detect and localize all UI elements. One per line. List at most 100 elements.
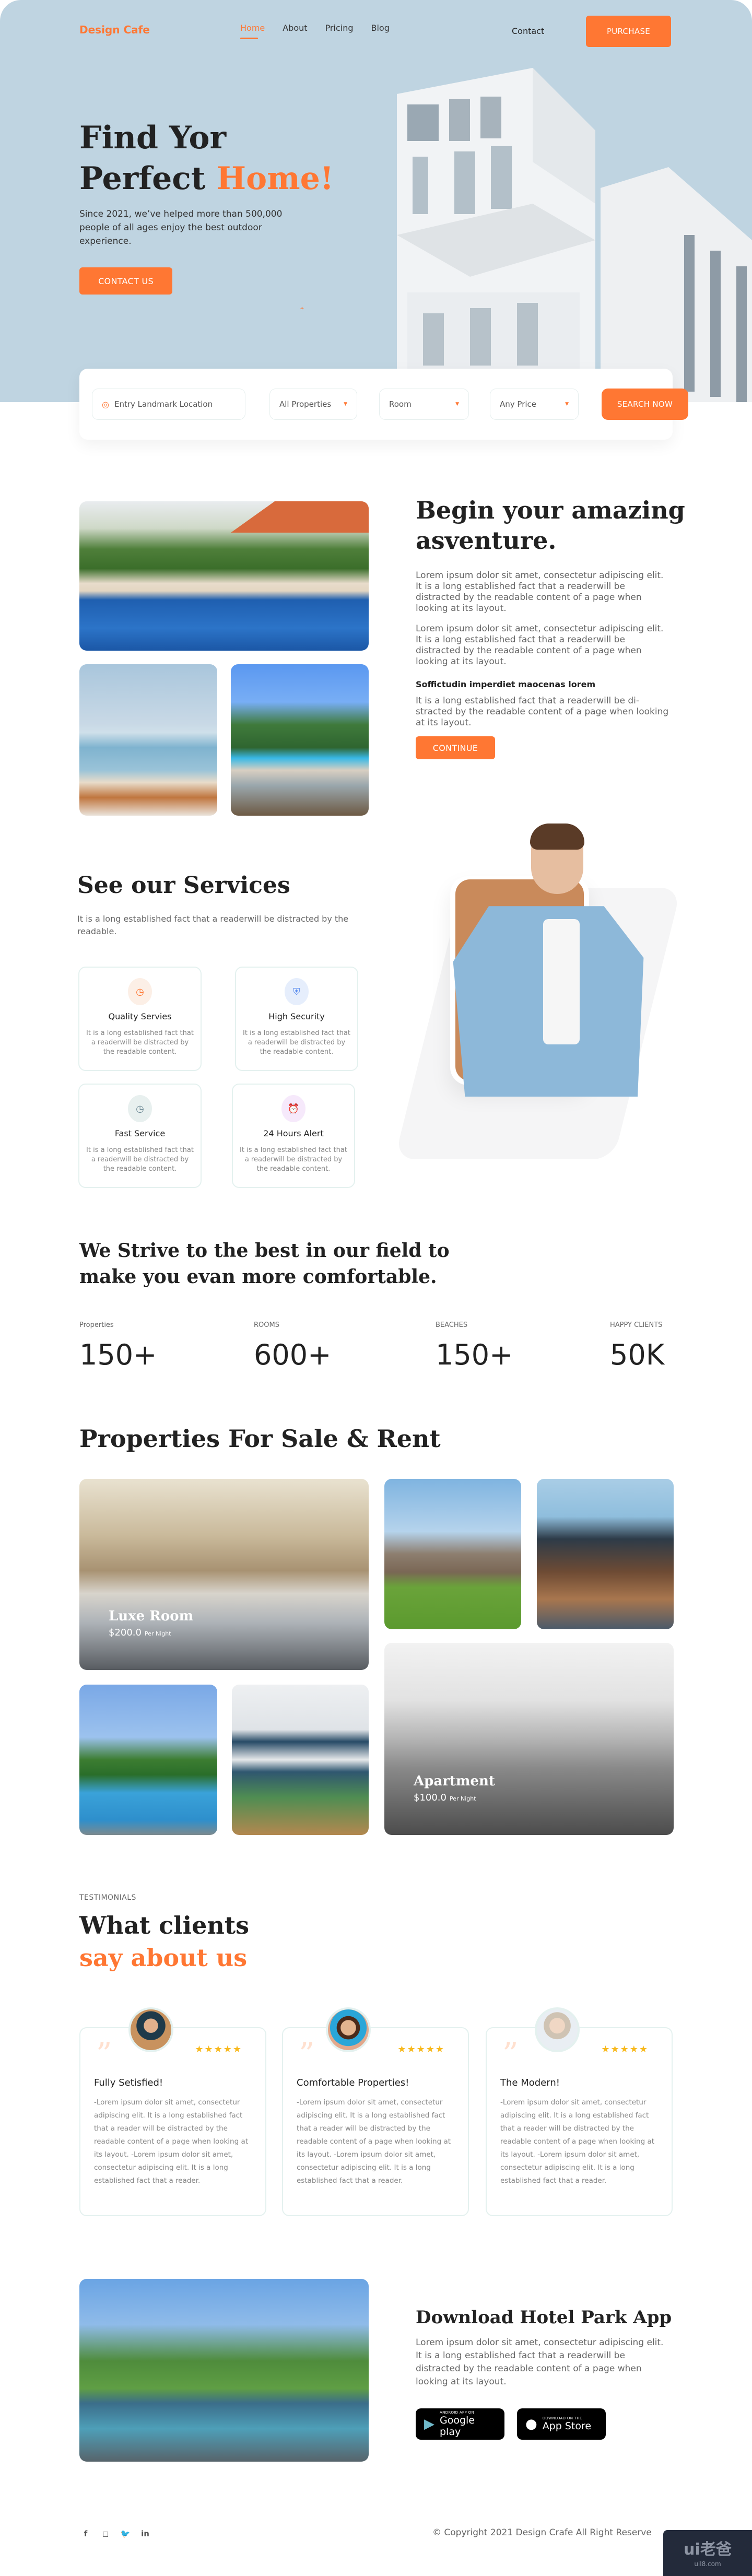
hero-title-highlight: Home! — [216, 160, 334, 197]
clock-icon: ◷ — [128, 1095, 152, 1122]
logo[interactable]: Design Cafe — [79, 23, 150, 36]
price-value: Any Price — [500, 399, 537, 409]
room-value: Room — [389, 399, 412, 409]
social-links: f ◻ 🐦 in — [79, 2527, 151, 2540]
property-card-apartment[interactable]: Apartment $100.0 Per Night — [384, 1643, 674, 1835]
price-unit: Per Night — [449, 1795, 476, 1802]
resort-pool-photo — [79, 2279, 369, 2462]
about-title-line1: Begin your amazing — [416, 496, 685, 524]
caret-down-icon: ▼ — [565, 402, 569, 407]
property-name: Luxe Room — [109, 1608, 194, 1624]
testimonial-text: -Lorem ipsum dolor sit amet, consectetur… — [94, 2098, 249, 2185]
service-card[interactable]: ⛨ High Security It is a long established… — [235, 967, 358, 1071]
service-desc: It is a long established fact that a rea… — [86, 1146, 194, 1173]
property-card-hotel[interactable] — [232, 1685, 369, 1835]
quote-icon: ” — [299, 2036, 315, 2073]
property-type-value: All Properties — [279, 399, 332, 409]
about-title-line2: asventure. — [416, 526, 557, 555]
stat-label: BEACHES — [436, 1321, 468, 1329]
continue-button[interactable]: CONTINUE — [416, 736, 495, 759]
property-type-select[interactable]: All Properties ▼ — [269, 389, 357, 420]
star-rating: ★★★★★ — [195, 2044, 242, 2055]
stat-value: 150+ — [436, 1338, 513, 1371]
property-name: Apartment — [414, 1773, 495, 1789]
nav-home[interactable]: Home — [240, 23, 265, 39]
nav-contact[interactable]: Contact — [512, 26, 544, 36]
hero-title-line1: Find Yor — [79, 120, 227, 156]
hero-title-line2: Perfect — [79, 160, 217, 197]
facebook-icon[interactable]: f — [79, 2527, 92, 2540]
location-pin-icon: ◎ — [102, 399, 109, 409]
stat-beaches: BEACHES 150+ — [436, 1321, 513, 1371]
testimonials-title: What clients say about us — [79, 1909, 249, 1974]
contact-us-button[interactable]: CONTACT US — [79, 267, 172, 295]
service-card[interactable]: ⏰ 24 Hours Alert It is a long establishe… — [232, 1084, 355, 1188]
search-bar: ◎ Entry Landmark Location All Properties… — [79, 369, 688, 440]
nav-pricing[interactable]: Pricing — [325, 23, 354, 33]
property-card-tower[interactable] — [537, 1479, 674, 1629]
garden-pool-photo — [231, 664, 369, 816]
roof-shape — [231, 501, 369, 533]
testimonials-title-line2: say about us — [79, 1944, 248, 1972]
main-nav: Home About Pricing Blog — [240, 23, 390, 39]
property-price: $100.0 Per Night — [414, 1792, 495, 1803]
google-play-label: ANDROID APP ON Google play — [440, 2410, 496, 2438]
room-select[interactable]: Room ▼ — [379, 389, 469, 420]
testimonial-card: ” ★★★★★ Fully Setisfied! -Lorem ipsum do… — [79, 2007, 266, 2216]
stat-label: HAPPY CLIENTS — [610, 1321, 663, 1329]
linkedin-icon[interactable]: in — [139, 2527, 151, 2540]
avatar — [535, 2007, 580, 2052]
price-value: $200.0 — [109, 1627, 142, 1638]
location-input[interactable]: ◎ Entry Landmark Location — [92, 389, 245, 420]
alarm-icon: ⏰ — [281, 1095, 306, 1122]
service-card[interactable]: ◷ Fast Service It is a long established … — [78, 1084, 202, 1188]
nav-blog[interactable]: Blog — [371, 23, 390, 33]
google-play-small: ANDROID APP ON — [440, 2410, 474, 2415]
purchase-button[interactable]: PURCHASE — [586, 16, 671, 47]
search-now-button[interactable]: SEARCH NOW — [602, 389, 688, 420]
nav-about[interactable]: About — [283, 23, 307, 33]
clock-icon: ◷ — [128, 978, 152, 1005]
google-play-icon: ▶ — [424, 2416, 434, 2432]
stat-label: Properties — [79, 1321, 114, 1329]
testimonial-card: ” ★★★★★ Comfortable Properties! -Lorem i… — [282, 2007, 469, 2216]
service-card[interactable]: ◷ Quality Servies It is a long establish… — [78, 967, 202, 1071]
caret-down-icon: ▼ — [455, 402, 459, 407]
property-card-luxe-room[interactable]: Luxe Room $200.0 Per Night — [79, 1479, 369, 1670]
property-card-pool-villa[interactable] — [79, 1685, 217, 1835]
star-rating: ★★★★★ — [397, 2044, 445, 2055]
stat-rooms: ROOMS 600+ — [254, 1321, 331, 1371]
twitter-icon[interactable]: 🐦 — [119, 2527, 132, 2540]
services-subtitle: It is a long established fact that a rea… — [77, 914, 349, 936]
watermark-logo: ui老爸 — [684, 2540, 732, 2559]
service-name: High Security — [268, 1011, 325, 1021]
hero-section: Design Cafe Home About Pricing Blog Cont… — [0, 0, 752, 402]
google-play-big: Google play — [440, 2415, 475, 2438]
stats-headline: We Strive to the best in our field to ma… — [79, 1240, 450, 1288]
app-store-small: DOWNLOAD ON THE — [542, 2416, 582, 2420]
beach-pool-photo — [79, 664, 217, 816]
location-placeholder: Entry Landmark Location — [114, 399, 213, 409]
testimonial-text: -Lorem ipsum dolor sit amet, consectetur… — [297, 2098, 451, 2185]
property-card-house[interactable] — [384, 1479, 521, 1629]
stat-value: 600+ — [254, 1338, 332, 1371]
about-paragraph: Lorem ipsum dolor sit amet, consectetur … — [416, 624, 664, 667]
about-title: Begin your amazing asventure. — [416, 495, 685, 556]
testimonial-heading: Fully Setisfied! — [94, 2077, 163, 2088]
google-play-button[interactable]: ▶ ANDROID APP ON Google play — [416, 2408, 504, 2440]
stat-label: ROOMS — [254, 1321, 279, 1329]
service-name: 24 Hours Alert — [263, 1128, 324, 1138]
instagram-icon[interactable]: ◻ — [99, 2527, 112, 2540]
star-rating: ★★★★★ — [601, 2044, 649, 2055]
map-pin-icon: ⌖ — [300, 304, 304, 312]
app-store-button[interactable]: ● DOWNLOAD ON THE App Store — [517, 2408, 606, 2440]
testimonial-heading: The Modern! — [500, 2077, 560, 2088]
properties-title: Properties For Sale & Rent — [79, 1425, 441, 1453]
hero-title: Find Yor Perfect Home! — [79, 117, 334, 199]
services-title: See our Services — [77, 872, 290, 899]
avatar — [128, 2007, 173, 2052]
price-select[interactable]: Any Price ▼ — [490, 389, 579, 420]
apple-icon: ● — [525, 2416, 537, 2432]
stat-value: 50K — [610, 1338, 665, 1371]
service-name: Fast Service — [114, 1128, 166, 1138]
